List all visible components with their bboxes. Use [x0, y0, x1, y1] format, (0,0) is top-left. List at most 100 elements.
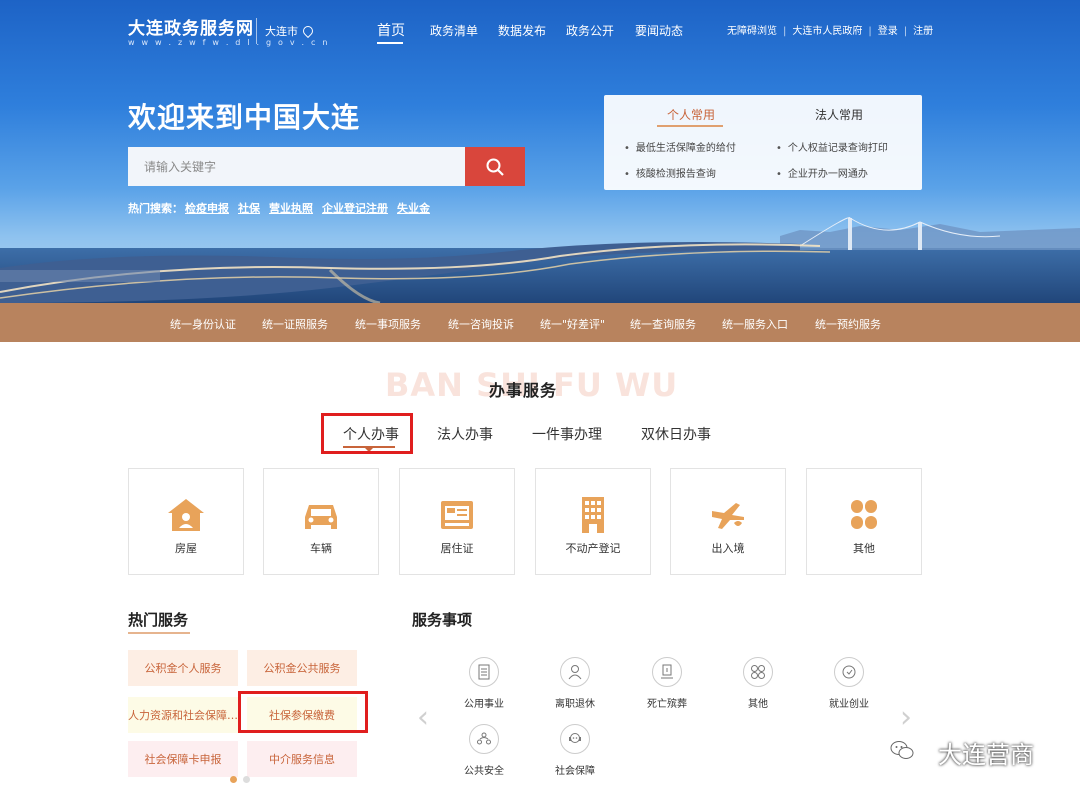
service-items-title: 服务事项	[412, 611, 473, 629]
tab-weekend[interactable]: 双休日办事	[641, 424, 711, 444]
unified-item[interactable]: 统一证照服务	[262, 316, 328, 332]
hot-search: 热门搜索： 检疫申报 社保 营业执照 企业登记注册 失业金	[128, 200, 439, 216]
search-button[interactable]	[465, 147, 525, 186]
hot-title-underline	[128, 632, 190, 634]
service-item-label: 死亡殡葬	[647, 699, 687, 710]
nav-home[interactable]: 首页	[377, 20, 405, 40]
logo-divider	[256, 18, 257, 44]
page: 大连政务服务网 w w w . z w f w . d l . g o v . …	[0, 0, 1080, 797]
service-item-employment[interactable]: 就业创业	[819, 657, 879, 710]
city-government-link[interactable]: 大连市人民政府	[792, 26, 862, 37]
grid-icon	[851, 500, 877, 529]
briefcase-icon	[834, 657, 864, 687]
search-icon	[486, 158, 504, 176]
card-other[interactable]: 其他	[806, 468, 922, 575]
location-pin-icon	[300, 23, 316, 39]
hot-term[interactable]: 营业执照	[269, 202, 313, 215]
top-sep: |	[903, 26, 908, 37]
memorial-icon	[652, 657, 682, 687]
carousel-dot[interactable]	[243, 776, 250, 783]
hot-term[interactable]: 企业登记注册	[322, 202, 388, 215]
common-item[interactable]: 最低生活保障金的给付	[624, 139, 736, 154]
common-item[interactable]: 个人权益记录查询打印	[776, 139, 888, 154]
card-housing[interactable]: 房屋	[128, 468, 244, 575]
unified-item[interactable]: 统一服务入口	[722, 316, 788, 332]
hot-term[interactable]: 社保	[238, 202, 260, 215]
next-arrow-icon[interactable]: ›	[900, 703, 912, 733]
unified-item[interactable]: 统一身份认证	[170, 316, 236, 332]
city-selector[interactable]: 大连市	[265, 23, 316, 39]
unified-services-bar: 统一身份认证 统一证照服务 统一事项服务 统一咨询投诉 统一"好差评" 统一查询…	[0, 303, 1080, 342]
hot-service-item[interactable]: 中介服务信息	[247, 741, 357, 777]
card-label: 房屋	[175, 542, 197, 555]
service-item-label: 社会保障	[555, 766, 595, 777]
id-card-icon	[441, 501, 473, 529]
login-link[interactable]: 登录	[878, 26, 898, 37]
card-label: 出入境	[711, 542, 745, 555]
welcome-heading: 欢迎来到中国大连	[128, 101, 361, 134]
common-item[interactable]: 核酸检测报告查询	[624, 165, 716, 180]
house-icon	[168, 499, 204, 531]
support-icon	[560, 724, 590, 754]
nav-news[interactable]: 要闻动态	[635, 22, 683, 39]
service-item-label: 就业创业	[829, 699, 869, 710]
service-item-other[interactable]: 其他	[728, 657, 788, 710]
top-sep: |	[783, 26, 787, 37]
tab-corporate[interactable]: 法人办事	[437, 424, 493, 444]
hot-search-label: 热门搜索：	[128, 202, 183, 215]
unified-item[interactable]: 统一预约服务	[815, 316, 881, 332]
hot-service-item[interactable]: 公积金个人服务	[128, 650, 238, 686]
unified-item[interactable]: 统一查询服务	[630, 316, 696, 332]
nav-government-affairs[interactable]: 政务公开	[566, 22, 614, 39]
card-label: 其他	[853, 542, 875, 555]
service-item-label: 公共安全	[464, 766, 504, 777]
card-residence-permit[interactable]: 居住证	[399, 468, 515, 575]
common-item[interactable]: 企业开办一网通办	[776, 165, 868, 180]
nav-data-release[interactable]: 数据发布	[498, 22, 546, 39]
tab-corporate-common[interactable]: 法人常用	[815, 106, 863, 123]
card-label: 不动产登记	[565, 542, 621, 555]
nav-active-underline	[377, 42, 403, 44]
hot-service-item[interactable]: 公积金公共服务	[247, 650, 357, 686]
tab-one-thing[interactable]: 一件事办理	[532, 424, 602, 444]
building-icon	[582, 497, 604, 533]
hot-service-item[interactable]: 社会保障卡申报	[128, 741, 238, 777]
prev-arrow-icon[interactable]: ‹	[417, 703, 429, 733]
unified-item[interactable]: 统一事项服务	[355, 316, 421, 332]
service-item-utilities[interactable]: 公用事业	[454, 657, 514, 710]
tab-personal-common[interactable]: 个人常用	[667, 106, 715, 123]
card-vehicle[interactable]: 车辆	[263, 468, 379, 575]
accessibility-link[interactable]: 无障碍浏览	[727, 26, 777, 37]
register-link[interactable]: 注册	[913, 26, 933, 37]
panel-tab-underline	[657, 125, 723, 127]
document-icon	[469, 657, 499, 687]
watermark: 大连营商	[938, 741, 1034, 769]
hot-term[interactable]: 检疫申报	[185, 202, 229, 215]
service-item-public-safety[interactable]: 公共安全	[454, 724, 514, 777]
top-links: 无障碍浏览 | 大连市人民政府 | 登录 | 注册	[723, 22, 937, 37]
airplane-icon	[712, 503, 744, 529]
service-item-social-security[interactable]: 社会保障	[545, 724, 605, 777]
carousel-dot-active[interactable]	[230, 776, 237, 783]
unified-item[interactable]: 统一"好差评"	[540, 316, 605, 332]
card-real-estate[interactable]: 不动产登记	[535, 468, 651, 575]
service-item-label: 离职退休	[555, 699, 595, 710]
card-label: 居住证	[440, 542, 474, 555]
shield-icon	[469, 724, 499, 754]
site-url: w w w . z w f w . d l . g o v . c n	[128, 38, 330, 47]
city-label: 大连市	[265, 25, 298, 38]
hot-term[interactable]: 失业金	[397, 202, 430, 215]
service-item-label: 公用事业	[464, 699, 504, 710]
unified-item[interactable]: 统一咨询投诉	[448, 316, 514, 332]
hot-service-item[interactable]: 人力资源和社会保障…	[128, 697, 238, 733]
hero-banner: 大连政务服务网 w w w . z w f w . d l . g o v . …	[0, 0, 1080, 303]
highlight-frame	[238, 691, 368, 733]
nav-government-list[interactable]: 政务清单	[430, 22, 478, 39]
site-title[interactable]: 大连政务服务网	[128, 14, 254, 39]
card-entry-exit[interactable]: 出入境	[670, 468, 786, 575]
service-item-retirement[interactable]: 离职退休	[545, 657, 605, 710]
highlight-frame	[321, 413, 413, 454]
wechat-icon	[890, 741, 914, 759]
service-item-funeral[interactable]: 死亡殡葬	[637, 657, 697, 710]
search-input[interactable]	[128, 147, 465, 186]
